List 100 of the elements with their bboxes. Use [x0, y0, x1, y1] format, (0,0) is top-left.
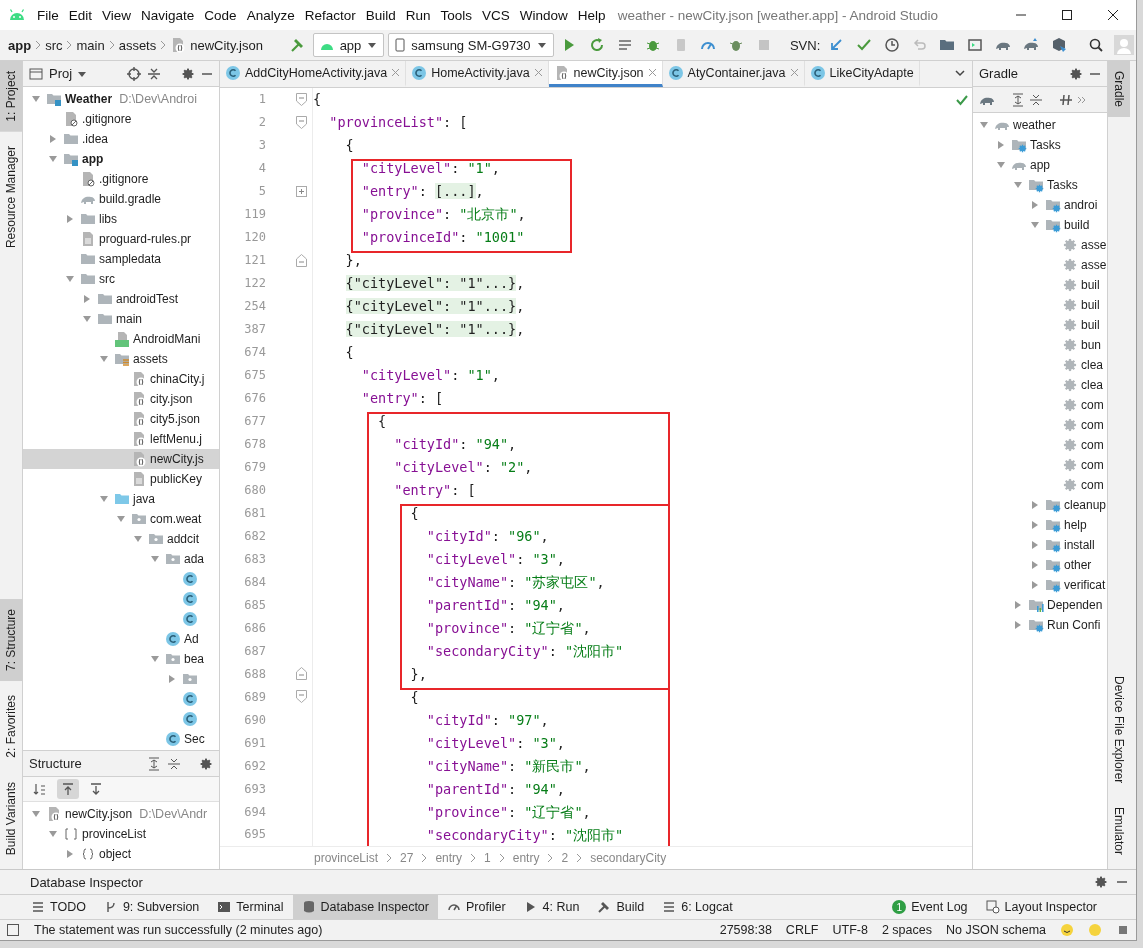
menu-item[interactable]: Code	[199, 7, 242, 23]
close-icon[interactable]	[533, 68, 543, 77]
tree-row[interactable]: Weather D:\Dev\Androi	[23, 89, 219, 109]
tree-row[interactable]: proguard-rules.pr	[23, 229, 219, 249]
editor-tab[interactable]: LikeCityAdapte	[804, 61, 920, 87]
tree-row[interactable]: Ad	[23, 629, 219, 649]
tree-row[interactable]: java	[23, 489, 219, 509]
collapsed-arrow-icon[interactable]	[1030, 200, 1040, 210]
expanded-arrow-icon[interactable]	[1030, 220, 1040, 230]
tree-row[interactable]: newCity.json D:\Dev\Andr	[23, 804, 219, 824]
breadcrumb-item[interactable]: newCity.json	[190, 37, 263, 53]
settings-icon[interactable]	[199, 756, 213, 771]
breadcrumb-item[interactable]: 1	[484, 851, 491, 865]
tree-row[interactable]: publicKey	[23, 469, 219, 489]
json-schema[interactable]: No JSON schema	[945, 923, 1046, 937]
tree-row[interactable]: addcit	[23, 529, 219, 549]
expanded-arrow-icon[interactable]	[116, 514, 126, 524]
tree-row[interactable]: app	[23, 149, 219, 169]
expanded-arrow-icon[interactable]	[1013, 180, 1023, 190]
collapse-icon[interactable]	[1029, 92, 1043, 107]
tree-row[interactable]: com.weat	[23, 509, 219, 529]
unfold-icon[interactable]	[295, 185, 307, 197]
menu-item[interactable]: Run	[400, 7, 436, 23]
tree-row[interactable]: clea	[973, 375, 1107, 395]
tool-window-tab[interactable]: 7: Structure	[0, 599, 22, 682]
tree-row[interactable]: buil	[973, 295, 1107, 315]
expanded-arrow-icon[interactable]	[996, 160, 1006, 170]
editor-tab[interactable]: newCity.json	[548, 61, 663, 87]
tool-window-tab[interactable]: Build Variants	[0, 771, 22, 865]
tree-row[interactable]: com	[973, 475, 1107, 495]
editor-tab[interactable]: AddCityHomeActivity.java	[220, 61, 407, 87]
collapsed-arrow-icon[interactable]	[1013, 600, 1023, 610]
tool-window-tab[interactable]: Resource Manager	[0, 135, 22, 258]
breadcrumb-item[interactable]: src	[45, 37, 63, 53]
breadcrumb-item[interactable]: secondaryCity	[590, 851, 667, 865]
fold-icon[interactable]	[295, 690, 307, 704]
tree-row[interactable]: asse	[973, 255, 1107, 275]
tree-row[interactable]: object	[23, 844, 219, 864]
collapsed-arrow-icon[interactable]	[1030, 520, 1040, 530]
fold-icon[interactable]	[295, 115, 307, 129]
breadcrumb-item[interactable]: app	[8, 37, 32, 53]
menu-item[interactable]: Edit	[63, 7, 98, 23]
line-separator[interactable]: CRLF	[785, 923, 819, 937]
tool-tab[interactable]: 1 Event Log	[883, 895, 977, 919]
tree-row[interactable]: app	[973, 155, 1107, 175]
tree-row[interactable]: build.gradle	[23, 189, 219, 209]
expanded-arrow-icon[interactable]	[82, 314, 92, 324]
tree-row[interactable]: main	[23, 309, 219, 329]
editor-tab[interactable]: HomeActivity.java	[406, 61, 549, 87]
tool-tab[interactable]: TODO	[22, 895, 95, 919]
fold-icon[interactable]	[295, 93, 307, 106]
menu-item[interactable]: Refactor	[299, 7, 361, 23]
tree-row[interactable]: .gitignore	[23, 169, 219, 189]
expand-all-icon[interactable]	[1011, 92, 1025, 107]
tree-row[interactable]: cleanup	[973, 495, 1107, 515]
breadcrumb-item[interactable]: entry	[435, 851, 463, 865]
collapsed-arrow-icon[interactable]	[1030, 540, 1040, 550]
collapsed-arrow-icon[interactable]	[65, 214, 75, 224]
tree-row[interactable]: Tasks	[973, 135, 1107, 155]
tree-row[interactable]: .gitignore	[23, 109, 219, 129]
tree-row[interactable]: Run Confi	[973, 615, 1107, 635]
tree-row[interactable]: sampledata	[23, 249, 219, 269]
tree-row[interactable]: .idea	[23, 129, 219, 149]
expanded-arrow-icon[interactable]	[65, 274, 75, 284]
tree-row[interactable]: Tasks	[973, 175, 1107, 195]
tree-row[interactable]: src	[23, 269, 219, 289]
settings-icon[interactable]	[181, 66, 195, 81]
collapsed-arrow-icon[interactable]	[1013, 620, 1023, 630]
tree-row[interactable]: com	[973, 455, 1107, 475]
tree-row[interactable]: assets	[23, 349, 219, 369]
collapsed-arrow-icon[interactable]	[996, 140, 1006, 150]
tree-row[interactable]: androi	[973, 195, 1107, 215]
fold-icon[interactable]	[295, 667, 307, 681]
breadcrumb-item[interactable]: 27	[400, 851, 414, 865]
breadcrumb-item[interactable]: provinceList	[314, 851, 379, 865]
expanded-arrow-icon[interactable]	[48, 154, 58, 164]
collapsed-arrow-icon[interactable]	[167, 674, 177, 684]
target-icon[interactable]	[127, 66, 141, 81]
menu-item[interactable]: Tools	[435, 7, 477, 23]
tree-row[interactable]: androidTest	[23, 289, 219, 309]
menu-item[interactable]: Build	[360, 7, 401, 23]
tree-row[interactable]: chinaCity.j	[23, 369, 219, 389]
tree-row[interactable]: buil	[973, 315, 1107, 335]
tree-row[interactable]: newCity.js	[23, 449, 219, 469]
tree-row[interactable]: Dependen	[973, 595, 1107, 615]
tree-row[interactable]: ada	[23, 549, 219, 569]
device-dropdown[interactable]: samsung SM-G9730	[388, 33, 554, 57]
menu-item[interactable]: File	[32, 7, 64, 23]
tree-row[interactable]: asse	[973, 235, 1107, 255]
close-icon[interactable]	[647, 68, 657, 77]
file-encoding[interactable]: UTF-8	[832, 923, 868, 937]
fold-icon[interactable]	[295, 253, 307, 267]
tool-tab[interactable]: Terminal	[208, 895, 293, 919]
expanded-arrow-icon[interactable]	[99, 494, 109, 504]
indent-setting[interactable]: 2 spaces	[881, 923, 932, 937]
tool-tab[interactable]: Build	[588, 895, 654, 919]
expanded-arrow-icon[interactable]	[31, 809, 41, 819]
expanded-arrow-icon[interactable]	[150, 554, 160, 564]
menu-item[interactable]: Window	[514, 7, 573, 23]
tree-row[interactable]: weather	[973, 115, 1107, 135]
